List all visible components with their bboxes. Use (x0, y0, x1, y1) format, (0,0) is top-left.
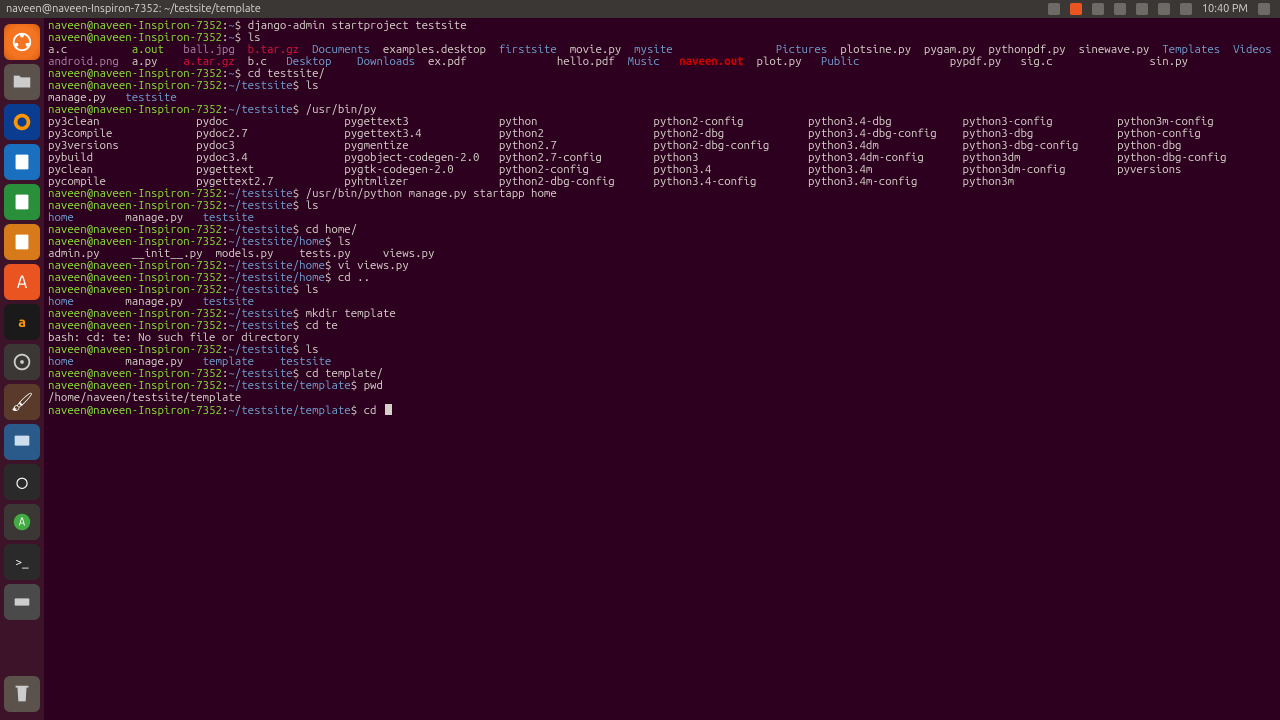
cursor (385, 404, 392, 415)
unity-launcher: A a 🖌 ◯ A >_ (0, 18, 44, 720)
disk-icon[interactable] (4, 584, 40, 620)
libreoffice-writer-icon[interactable] (4, 144, 40, 180)
trash-icon[interactable] (4, 676, 40, 712)
system-indicators[interactable]: 10:40 PM (1048, 3, 1280, 15)
gear-icon[interactable] (1258, 3, 1270, 15)
keyboard-icon[interactable] (1092, 3, 1104, 15)
gimp-icon[interactable]: 🖌 (4, 384, 40, 420)
window-title: naveen@naveen-Inspiron-7352: ~/testsite/… (6, 3, 261, 15)
remmina-icon[interactable] (4, 424, 40, 460)
mail-icon[interactable] (1114, 3, 1126, 15)
battery-icon[interactable] (1158, 3, 1170, 15)
files-icon[interactable] (4, 64, 40, 100)
settings-icon[interactable] (4, 344, 40, 380)
firefox-icon[interactable] (4, 104, 40, 140)
libreoffice-impress-icon[interactable] (4, 224, 40, 260)
top-menu-bar: naveen@naveen-Inspiron-7352: ~/testsite/… (0, 0, 1280, 18)
indicator-icon[interactable] (1070, 3, 1082, 15)
sound-icon[interactable] (1180, 3, 1192, 15)
terminal-icon[interactable]: >_ (4, 544, 40, 580)
updater-icon[interactable]: A (4, 504, 40, 540)
ubuntu-software-icon[interactable]: A (4, 264, 40, 300)
indicator-icon[interactable] (1048, 3, 1060, 15)
network-icon[interactable] (1136, 3, 1148, 15)
svg-text:A: A (19, 517, 26, 529)
app-icon[interactable]: ◯ (4, 464, 40, 500)
libreoffice-calc-icon[interactable] (4, 184, 40, 220)
clock[interactable]: 10:40 PM (1202, 3, 1248, 15)
terminal-output[interactable]: naveen@naveen-Inspiron-7352:~$ django-ad… (44, 18, 1280, 720)
amazon-icon[interactable]: a (4, 304, 40, 340)
dash-icon[interactable] (4, 24, 40, 60)
